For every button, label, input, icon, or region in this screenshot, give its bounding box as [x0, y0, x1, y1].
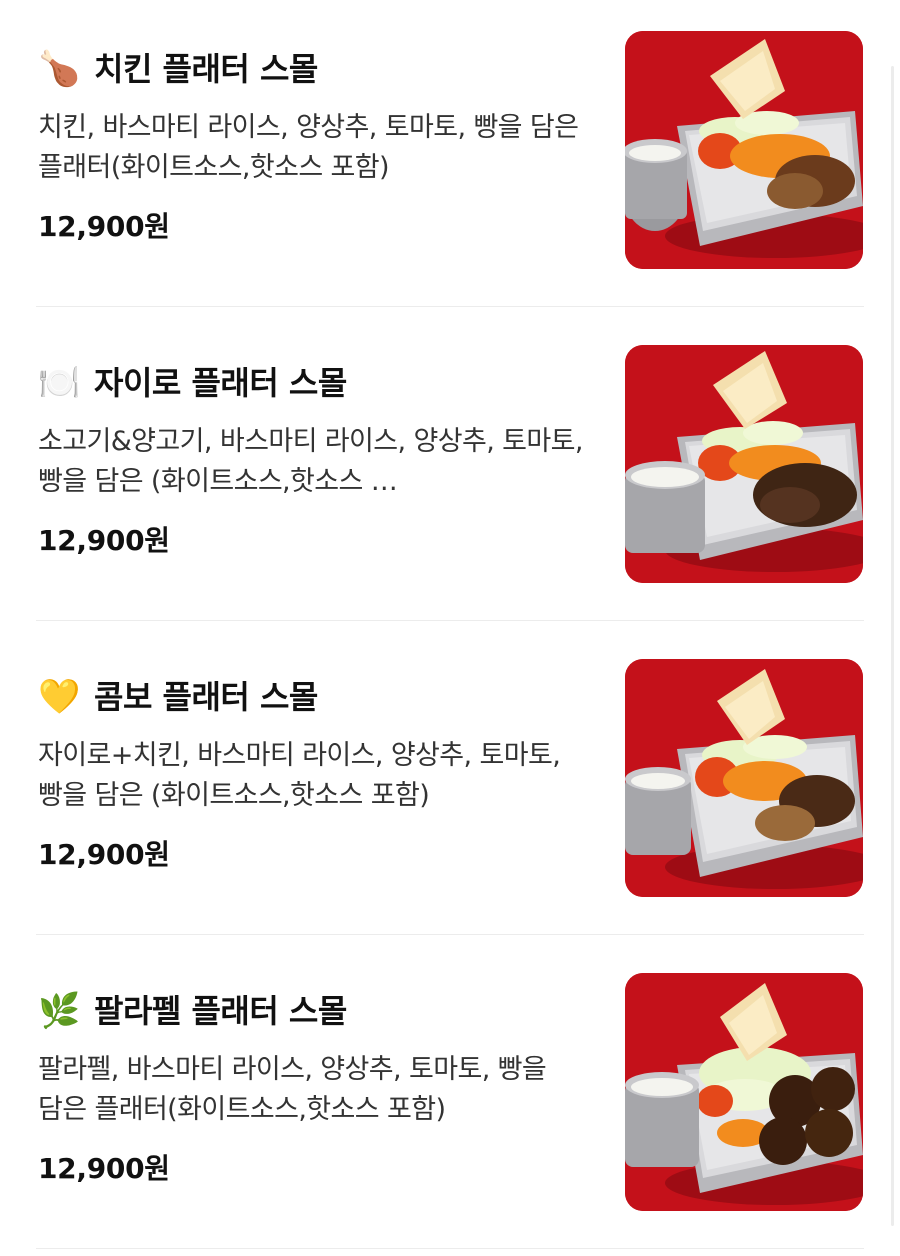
yellow-heart-icon: 💛: [38, 677, 81, 717]
divider: [36, 1248, 864, 1249]
menu-item-description: 자이로+치킨, 바스마티 라이스, 양상추, 토마토, 빵을 담은 (화이트소스…: [38, 740, 561, 811]
platter-illustration: [625, 345, 863, 583]
menu-item-name: 팔라펠 플래터 스몰: [94, 992, 347, 1030]
divider: [36, 934, 864, 935]
platter-illustration: [625, 973, 863, 1211]
chicken-platter-photo[interactable]: [625, 31, 863, 269]
menu-item-price: 12,900원: [38, 524, 170, 557]
herb-icon: 🌿: [38, 991, 81, 1031]
chicken-leg-icon: 🍗: [38, 49, 81, 89]
menu-item-name: 콤보 플래터 스몰: [94, 678, 318, 716]
menu-item-description: 소고기&양고기, 바스마티 라이스, 양상추, 토마토, 빵을 담은 (화이트소…: [38, 426, 583, 497]
gyro-platter-photo[interactable]: [625, 345, 863, 583]
menu-item-chicken-platter[interactable]: 🍗 치킨 플래터 스몰 치킨, 바스마티 라이스, 양상추, 토마토, 빵을 담…: [0, 0, 900, 314]
menu-item-description: 팔라펠, 바스마티 라이스, 양상추, 토마토, 빵을 담은 플래터(화이트소스…: [38, 1054, 547, 1125]
menu-item-combo-platter[interactable]: 💛 콤보 플래터 스몰 자이로+치킨, 바스마티 라이스, 양상추, 토마토, …: [0, 628, 900, 942]
menu-item-title: 🍗 치킨 플래터 스몰: [38, 44, 318, 94]
menu-item-falafel-platter[interactable]: 🌿 팔라펠 플래터 스몰 팔라펠, 바스마티 라이스, 양상추, 토마토, 빵을…: [0, 942, 900, 1256]
menu-item-name: 치킨 플래터 스몰: [94, 50, 318, 88]
menu-item-price: 12,900원: [38, 210, 170, 243]
divider: [36, 306, 864, 307]
platter-illustration: [625, 659, 863, 897]
menu-item-title: 🍽️ 자이로 플래터 스몰: [38, 358, 347, 408]
menu-item-title: 🌿 팔라펠 플래터 스몰: [38, 986, 347, 1036]
plate-cutlery-icon: 🍽️: [38, 363, 81, 403]
menu-item-gyro-platter[interactable]: 🍽️ 자이로 플래터 스몰 소고기&양고기, 바스마티 라이스, 양상추, 토마…: [0, 314, 900, 628]
menu-item-price: 12,900원: [38, 838, 170, 871]
menu-item-description: 치킨, 바스마티 라이스, 양상추, 토마토, 빵을 담은 플래터(화이트소스,…: [38, 112, 579, 183]
falafel-platter-photo[interactable]: [625, 973, 863, 1211]
divider: [36, 620, 864, 621]
platter-illustration: [625, 31, 863, 269]
menu-item-name: 자이로 플래터 스몰: [94, 364, 347, 402]
menu-item-title: 💛 콤보 플래터 스몰: [38, 672, 318, 722]
combo-platter-photo[interactable]: [625, 659, 863, 897]
menu-item-price: 12,900원: [38, 1152, 170, 1185]
